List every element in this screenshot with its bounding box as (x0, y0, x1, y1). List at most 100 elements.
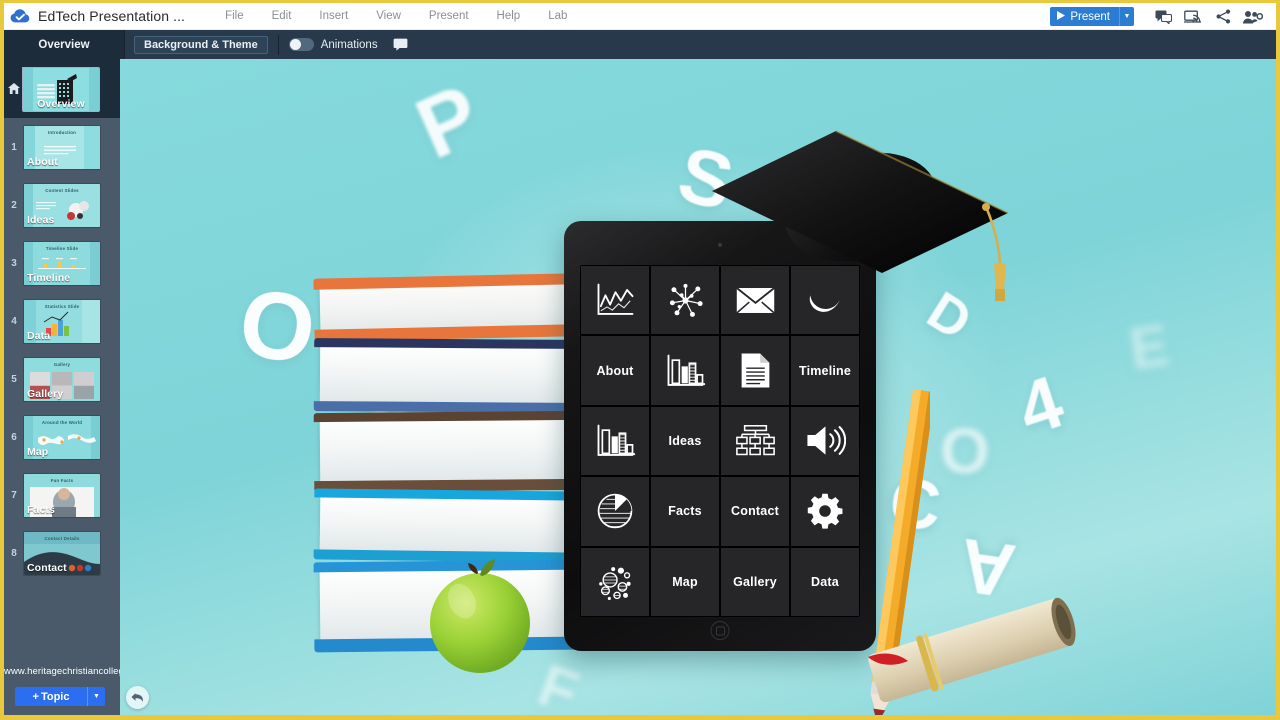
share-icon[interactable] (1208, 3, 1238, 30)
tile-bubble-chart-icon[interactable] (581, 547, 649, 616)
add-people-icon[interactable] (1238, 3, 1268, 30)
slide-item-contact[interactable]: 8 Contact Details Contact (4, 524, 120, 582)
tile-envelope-icon[interactable] (721, 266, 789, 335)
tile-org-chart-icon[interactable] (721, 406, 789, 476)
animations-label: Animations (320, 38, 378, 51)
menu-item-edit[interactable]: Edit (258, 6, 306, 26)
slide-item-gallery[interactable]: 5 Gallery Gallery (4, 350, 120, 408)
slide-item-map[interactable]: 6 Around the World Map (4, 408, 120, 466)
tile-data[interactable]: Data (791, 547, 859, 616)
sidebar-footer: www.heritagechristiancollege.com + Topic… (4, 657, 151, 715)
tile-bar-chart-icon[interactable] (581, 406, 649, 476)
animations-toggle[interactable]: Animations (288, 38, 378, 51)
home-icon[interactable] (8, 81, 20, 99)
slide-number: 3 (11, 257, 17, 269)
slide-thumb-data[interactable]: Statistics Slide Data (24, 299, 100, 343)
bubble-chart-icon (597, 563, 634, 601)
pencil-illustration (870, 389, 935, 715)
slide-thumb-ideas[interactable]: Content Slides Ideas (24, 183, 100, 227)
slide-label: Ideas (27, 213, 55, 226)
present-dropdown-caret[interactable]: ▼ (1119, 7, 1134, 26)
animations-switch[interactable] (288, 38, 314, 51)
thumb-title: Around the World (41, 419, 83, 425)
floating-letter: E (1125, 312, 1173, 383)
slide-item-data[interactable]: 4 Statistics Slide Data (4, 292, 120, 350)
globe-pin-icon (807, 283, 843, 317)
slide-thumb-timeline[interactable]: Timeline Slide Timeline (24, 241, 100, 285)
slide-item-ideas[interactable]: 2 Content Slides Ideas (4, 176, 120, 234)
tile-network-nodes-icon[interactable] (651, 266, 719, 335)
toolbar-separator (124, 30, 125, 59)
cloud-check-logo-icon[interactable] (4, 3, 38, 30)
menu-item-view[interactable]: View (362, 6, 415, 26)
overview-home-row[interactable]: Overview (4, 59, 120, 118)
tile-pie-chart-icon[interactable] (581, 477, 649, 546)
slide-label: Gallery (27, 387, 64, 400)
slide-item-facts[interactable]: 7 Fun Facts Facts (4, 466, 120, 524)
tile-globe-pin-icon[interactable] (791, 266, 859, 335)
undo-button[interactable] (126, 686, 149, 709)
tablet-menu-grid[interactable]: About Timeline Ideas Facts Contact Map Gallery… (580, 265, 860, 617)
tablet-home-button[interactable] (710, 621, 730, 640)
slide-number: 2 (11, 199, 17, 211)
tile-line-chart-icon[interactable] (581, 266, 649, 335)
slide-item-about[interactable]: 1 Introduction About (4, 118, 120, 176)
tablet-camera-icon (718, 243, 722, 247)
tile-document-icon[interactable] (721, 336, 789, 405)
background-theme-button[interactable]: Background & Theme (134, 35, 268, 54)
thumb-title: Gallery (53, 361, 71, 367)
toolbar-divider (277, 34, 279, 55)
tile-about[interactable]: About (581, 336, 649, 405)
bar-chart-icon (665, 354, 706, 388)
tile-gallery[interactable]: Gallery (721, 547, 789, 616)
slide-canvas[interactable]: PSUOAD4OCAEF (120, 59, 1276, 715)
slide-number: 5 (11, 373, 17, 385)
tile-map[interactable]: Map (651, 547, 719, 616)
floating-letter: O (940, 415, 990, 487)
thumb-title: Contact Details (44, 535, 80, 541)
cast-screen-icon[interactable] (1178, 3, 1208, 30)
add-topic-button[interactable]: + Topic ▼ (15, 687, 105, 706)
tile-timeline[interactable]: Timeline (791, 336, 859, 405)
menu-items: File Edit Insert View Present Help Lab (211, 6, 581, 26)
slide-thumb-contact[interactable]: Contact Details Contact (24, 531, 100, 575)
comment-icon[interactable] (393, 38, 408, 51)
pie-chart-icon (597, 493, 633, 529)
slide-number: 1 (11, 141, 17, 153)
menu-item-lab[interactable]: Lab (534, 6, 581, 26)
slide-label: Contact (27, 561, 67, 574)
menu-item-help[interactable]: Help (483, 6, 535, 26)
tile-ideas[interactable]: Ideas (651, 406, 719, 476)
slide-label-overview: Overview (37, 98, 85, 110)
slide-item-timeline[interactable]: 3 Timeline Slide Timeline (4, 234, 120, 292)
top-right-actions: Present ▼ (1050, 3, 1268, 30)
menu-item-present[interactable]: Present (415, 6, 483, 26)
slide-thumb-facts[interactable]: Fun Facts Facts (24, 473, 100, 517)
slide-thumb-gallery[interactable]: Gallery Gallery (24, 357, 100, 401)
slide-thumbnail-list[interactable]: 1 Introduction About 2 Content Slides Id… (4, 118, 120, 657)
switch-knob (289, 39, 301, 50)
watermark-url: www.heritagechristiancollege.com (4, 666, 151, 677)
comments-icon[interactable] (1148, 3, 1178, 30)
tile-contact[interactable]: Contact (721, 477, 789, 546)
tile-gear-icon[interactable] (791, 477, 859, 546)
floating-letter: C (886, 462, 945, 546)
tile-bar-chart-icon[interactable] (651, 336, 719, 405)
tab-overview[interactable]: Overview (4, 30, 124, 59)
floating-letter: P (402, 66, 495, 178)
present-button[interactable]: Present ▼ (1050, 7, 1134, 26)
menu-item-file[interactable]: File (211, 6, 258, 26)
slide-label: Data (27, 329, 51, 342)
menu-bar: EdTech Presentation ... File Edit Insert… (4, 3, 1276, 30)
slide-thumb-map[interactable]: Around the World Map (24, 415, 100, 459)
slide-label: About (27, 155, 58, 168)
emaze-editor-window: EdTech Presentation ... File Edit Insert… (0, 0, 1280, 720)
add-topic-caret[interactable]: ▼ (87, 687, 105, 706)
tile-facts[interactable]: Facts (651, 477, 719, 546)
menu-item-insert[interactable]: Insert (305, 6, 362, 26)
slide-thumb-about[interactable]: Introduction About (24, 125, 100, 169)
slide-thumb-overview[interactable]: Overview (23, 68, 99, 111)
org-chart-icon (735, 425, 776, 456)
tile-speaker-icon[interactable] (791, 406, 859, 476)
network-nodes-icon (666, 282, 705, 319)
